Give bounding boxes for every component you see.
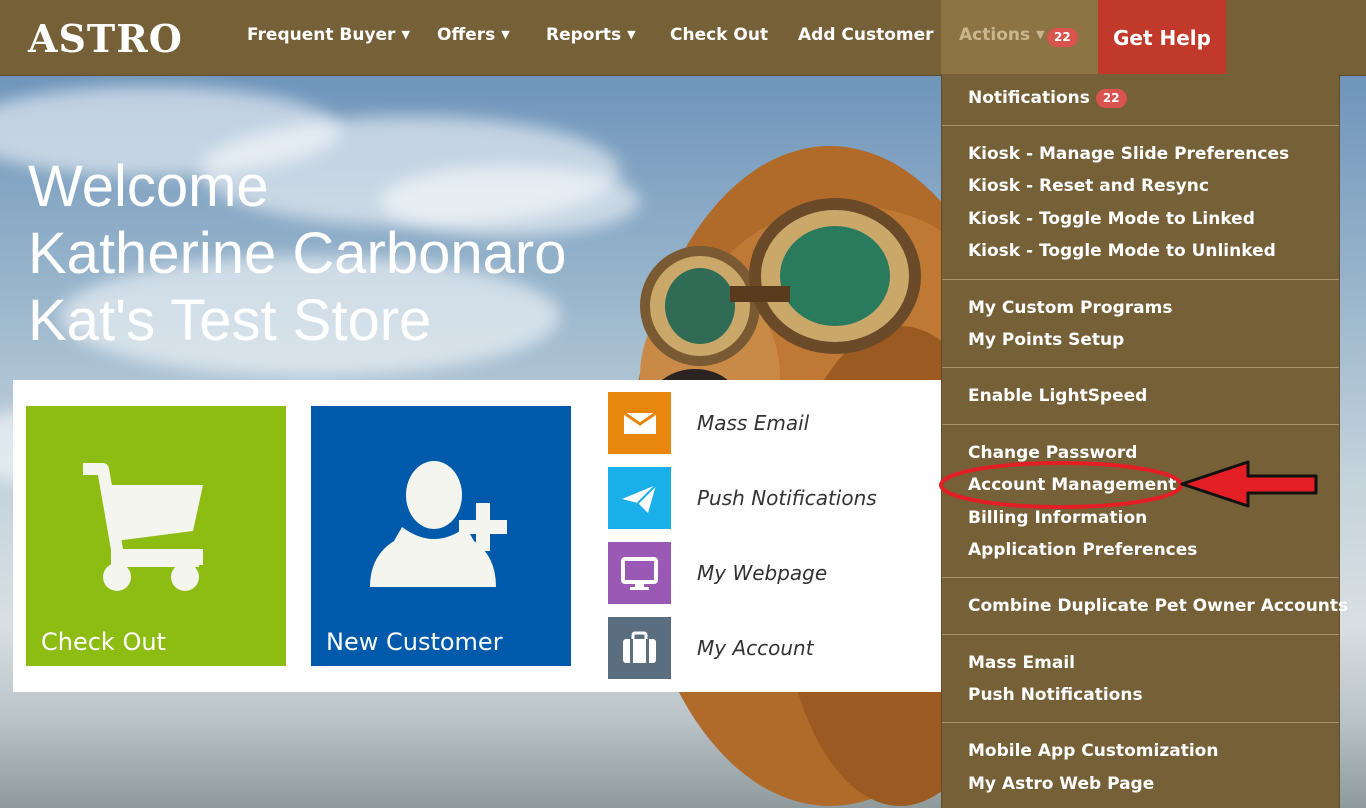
menu-item-my-points-setup[interactable]: My Points Setup [968, 330, 1124, 350]
paper-plane-icon [608, 467, 671, 529]
check-out-tile-label: Check Out [41, 628, 166, 656]
nav-add-customer-label: Add Customer [798, 25, 934, 45]
new-customer-tile[interactable]: New Customer [311, 406, 571, 666]
actions-text: Actions [959, 25, 1031, 45]
nav-actions-label: Actions ▼ [959, 25, 1045, 45]
nav-reports-label: Reports [546, 25, 622, 45]
get-help-button[interactable]: Get Help [1098, 0, 1226, 76]
menu-item-kiosk-manage-slide-preferences[interactable]: Kiosk - Manage Slide Preferences [968, 144, 1289, 164]
menu-item-push-notifications[interactable]: Push Notifications [968, 685, 1143, 705]
menu-divider [942, 722, 1339, 723]
nav-reports[interactable]: Reports ▼ [546, 25, 636, 45]
welcome-heading: Welcome Katherine Carbonaro Kat's Test S… [28, 153, 566, 354]
actions-count-badge: 22 [1047, 28, 1078, 47]
menu-divider [942, 424, 1339, 425]
add-user-icon [370, 461, 507, 587]
nav-offers-label: Offers [437, 25, 496, 45]
nav-actions[interactable]: Actions ▼ 22 [941, 0, 1098, 76]
push-notifications-label: Push Notifications [697, 486, 877, 510]
nav-check-out-label: Check Out [670, 25, 769, 45]
menu-item-billing-information[interactable]: Billing Information [968, 508, 1147, 528]
notifications-count-badge: 22 [1095, 89, 1127, 108]
nav-check-out[interactable]: Check Out [670, 25, 768, 45]
menu-item-kiosk-toggle-unlinked[interactable]: Kiosk - Toggle Mode to Unlinked [968, 241, 1276, 261]
menu-item-kiosk-reset-and-resync[interactable]: Kiosk - Reset and Resync [968, 176, 1209, 196]
menu-item-mass-email[interactable]: Mass Email [968, 653, 1075, 673]
new-customer-tile-label: New Customer [326, 628, 503, 656]
menu-item-mobile-app-customization[interactable]: Mobile App Customization [968, 741, 1218, 761]
shortcut-panel: Check Out New Customer Mass Email Push N… [13, 380, 941, 692]
briefcase-icon [608, 617, 671, 679]
mass-email-link[interactable]: Mass Email [608, 392, 928, 454]
menu-item-enable-lightspeed[interactable]: Enable LightSpeed [968, 386, 1147, 406]
caret-down-icon: ▼ [1036, 28, 1045, 41]
shopping-cart-icon [83, 463, 203, 591]
menu-divider [942, 367, 1339, 368]
monitor-icon [608, 542, 671, 604]
menu-item-combine-duplicate-accounts[interactable]: Combine Duplicate Pet Owner Accounts [968, 596, 1348, 616]
caret-down-icon: ▼ [501, 28, 510, 41]
actions-dropdown-menu: Notifications 22 Kiosk - Manage Slide Pre… [941, 74, 1348, 808]
nav-frequent-buyer[interactable]: Frequent Buyer ▼ [247, 25, 410, 45]
top-navbar: ASTRO Frequent Buyer ▼ Offers ▼ Reports ▼ C… [0, 0, 1366, 76]
menu-item-application-preferences[interactable]: Application Preferences [968, 540, 1197, 560]
mass-email-label: Mass Email [697, 411, 810, 435]
nav-offers[interactable]: Offers ▼ [437, 25, 510, 45]
menu-item-notifications[interactable]: Notifications 22 [968, 88, 1127, 108]
user-name: Katherine Carbonaro [28, 221, 567, 286]
astro-logo[interactable]: ASTRO [28, 17, 183, 61]
nav-add-customer[interactable]: Add Customer [798, 25, 934, 45]
notifications-label: Notifications [968, 88, 1090, 108]
my-webpage-link[interactable]: My Webpage [608, 542, 928, 604]
menu-divider [942, 279, 1339, 280]
menu-item-my-custom-programs[interactable]: My Custom Programs [968, 298, 1172, 318]
envelope-icon [608, 392, 671, 454]
menu-item-change-password[interactable]: Change Password [968, 443, 1137, 463]
my-account-label: My Account [697, 636, 814, 660]
caret-down-icon: ▼ [627, 28, 636, 41]
store-name: Kat's Test Store [28, 288, 432, 353]
welcome-line: Welcome [28, 154, 269, 219]
menu-item-kiosk-toggle-linked[interactable]: Kiosk - Toggle Mode to Linked [968, 209, 1255, 229]
caret-down-icon: ▼ [401, 28, 410, 41]
my-webpage-label: My Webpage [697, 561, 828, 585]
nav-frequent-buyer-label: Frequent Buyer [247, 25, 396, 45]
menu-item-account-management[interactable]: Account Management [968, 475, 1176, 495]
menu-divider [942, 577, 1339, 578]
menu-divider [942, 634, 1339, 635]
push-notifications-link[interactable]: Push Notifications [608, 467, 928, 529]
menu-item-my-astro-web-page[interactable]: My Astro Web Page [968, 774, 1154, 794]
menu-divider [942, 125, 1339, 126]
my-account-link[interactable]: My Account [608, 617, 928, 679]
check-out-tile[interactable]: Check Out [26, 406, 286, 666]
